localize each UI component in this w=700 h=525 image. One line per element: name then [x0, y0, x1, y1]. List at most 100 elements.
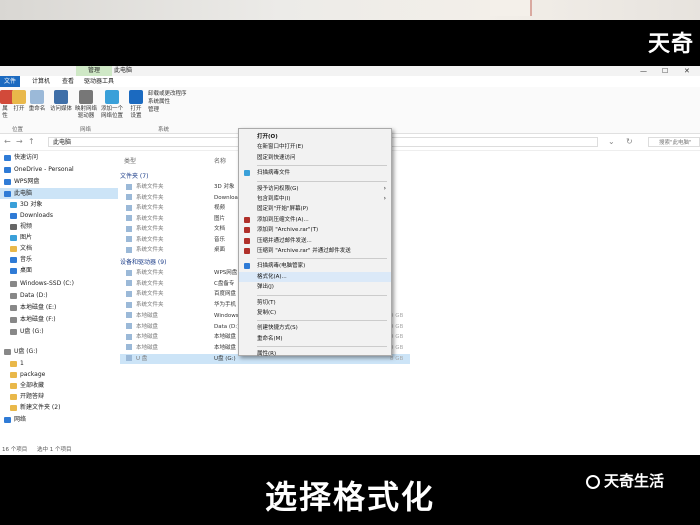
menu-item[interactable]: 复制(C)	[239, 308, 391, 318]
menu-item[interactable]: 在新窗口中打开(E)	[239, 142, 391, 152]
group-header-devices[interactable]: 设备和驱动器 (9)	[120, 257, 166, 266]
folder-icon	[10, 360, 17, 367]
menu-item[interactable]: 扫描病毒(电脑管家)	[239, 261, 391, 271]
folder-icon	[10, 328, 17, 335]
nav-item-label: U盘 (G:)	[14, 348, 38, 355]
open-settings-button[interactable]: 打开设置	[128, 90, 144, 120]
folder-icon	[126, 269, 132, 276]
menu-item[interactable]: 添加到 "Archive.rar"(T)	[239, 225, 391, 235]
menu-item[interactable]: 弹出(J)	[239, 282, 391, 292]
open-button[interactable]: 打开	[12, 90, 26, 113]
nav-item[interactable]: 图片	[0, 232, 124, 243]
add-network-location-button[interactable]: 添加一个网络位置	[100, 90, 124, 120]
rename-button[interactable]: 重命名	[28, 90, 46, 113]
menu-item-icon	[244, 248, 250, 254]
folder-icon	[126, 236, 132, 242]
column-header-type[interactable]: 类型	[124, 156, 136, 165]
map-drive-button[interactable]: 映射网络驱动器	[74, 90, 98, 120]
menu-item[interactable]: 重命名(M)	[239, 334, 391, 344]
nav-item[interactable]: 开题答辩	[0, 391, 124, 402]
refresh-button[interactable]: ↻	[626, 137, 633, 146]
nav-item-label: package	[20, 371, 46, 378]
menu-item[interactable]: 格式化(A)...	[239, 271, 391, 282]
menu-item-icon	[244, 227, 250, 234]
folder-icon	[126, 333, 132, 340]
network-location-icon	[105, 90, 119, 104]
file-name: 文档	[214, 226, 226, 232]
menu-item[interactable]: 压缩到 "Archive.rar" 并通过邮件发送	[239, 246, 391, 256]
nav-item[interactable]: 桌面	[0, 265, 124, 276]
file-name: 音乐	[214, 236, 226, 243]
menu-item[interactable]: 打开(O)	[239, 132, 391, 142]
menu-item-label: 创建快捷方式(S)	[257, 325, 298, 332]
nav-item[interactable]: WPS网盘	[0, 176, 118, 187]
uninstall-button[interactable]: 卸载或更改程序	[148, 91, 187, 98]
menu-item-icon	[244, 237, 250, 244]
properties-button[interactable]: 属性	[0, 90, 14, 120]
back-button[interactable]: ←	[4, 137, 11, 146]
menu-item[interactable]: 固定到"开始"屏幕(P)	[239, 204, 391, 214]
nav-item[interactable]: 本地磁盘 (F:)	[0, 314, 124, 325]
nav-item-label: 文档	[20, 245, 33, 252]
folder-icon	[10, 371, 17, 378]
tab-file[interactable]: 文件	[0, 76, 20, 87]
menu-item-label: 固定到"开始"屏幕(P)	[257, 206, 309, 213]
nav-item[interactable]: U盘 (G:)	[0, 326, 124, 337]
nav-item[interactable]: 1	[0, 358, 124, 369]
nav-item[interactable]: OneDrive - Personal	[0, 164, 118, 175]
tab-drive-tools[interactable]: 驱动器工具	[82, 76, 116, 87]
file-type: 系统文件夹	[136, 226, 164, 232]
system-properties-button[interactable]: 系统属性	[148, 99, 170, 106]
forward-button[interactable]: →	[16, 137, 23, 146]
menu-item-label: 弹出(J)	[257, 284, 274, 291]
nav-item[interactable]: 此电脑	[0, 188, 118, 199]
media-icon	[54, 90, 68, 104]
menu-item[interactable]: 添加到压缩文件(A)...	[239, 215, 391, 225]
nav-item[interactable]: 3D 对象	[0, 199, 124, 210]
menu-item[interactable]: 扫描病毒文件	[239, 168, 391, 178]
nav-item[interactable]: 全部收藏	[0, 380, 124, 391]
menu-item[interactable]: 压缩并通过邮件发送...	[239, 236, 391, 246]
nav-item[interactable]: 音乐	[0, 254, 124, 265]
context-tab-manage[interactable]: 管理	[76, 66, 112, 76]
menu-item[interactable]: 授予访问权限(G) ›	[239, 184, 391, 194]
tab-view[interactable]: 查看	[60, 76, 76, 87]
nav-item[interactable]: U盘 (G:)	[0, 346, 118, 357]
menu-item[interactable]: 创建快捷方式(S)	[239, 323, 391, 333]
menu-item[interactable]: 固定到快速访问	[239, 153, 391, 163]
search-input[interactable]: 搜索"此电脑"	[648, 137, 700, 147]
menu-item-label: 压缩并通过邮件发送...	[257, 237, 312, 244]
nav-item[interactable]: Downloads	[0, 210, 124, 221]
file-type: 系统文件夹	[136, 280, 164, 287]
close-button[interactable]: ✕	[684, 66, 690, 76]
nav-item[interactable]: Data (D:)	[0, 290, 124, 301]
nav-item[interactable]: 快速访问	[0, 152, 118, 163]
column-header-name[interactable]: 名称	[214, 156, 226, 165]
menu-separator	[257, 165, 387, 167]
nav-item[interactable]: 本地磁盘 (E:)	[0, 302, 124, 313]
nav-item[interactable]: 文档	[0, 243, 124, 254]
menu-item[interactable]: 剪切(T)	[239, 298, 391, 308]
folder-icon	[4, 190, 11, 197]
title-bar: 管理 此电脑 — ☐ ✕	[0, 66, 700, 76]
menu-item[interactable]: 属性(R)	[239, 349, 391, 359]
nav-item[interactable]: package	[0, 369, 124, 380]
tab-computer[interactable]: 计算机	[30, 76, 52, 87]
folder-icon	[10, 292, 17, 299]
file-name: 桌面	[214, 247, 226, 253]
menu-item-label: 授予访问权限(G)	[257, 185, 299, 192]
access-media-button[interactable]: 访问媒体	[50, 90, 72, 113]
nav-item[interactable]: 新建文件夹 (2)	[0, 402, 124, 413]
nav-item[interactable]: Windows-SSD (C:)	[0, 278, 124, 289]
chevron-down-icon[interactable]: ⌄	[608, 137, 615, 146]
maximize-button[interactable]: ☐	[662, 66, 668, 76]
minimize-button[interactable]: —	[640, 66, 647, 76]
file-type: 本地磁盘	[136, 323, 159, 330]
up-button[interactable]: ↑	[28, 137, 35, 146]
nav-item-label: 1	[20, 360, 24, 367]
nav-item[interactable]: 视频	[0, 221, 124, 232]
nav-item[interactable]: 网络	[0, 414, 118, 425]
menu-item[interactable]: 包含到库中(I) ›	[239, 194, 391, 204]
manage-button[interactable]: 管理	[148, 107, 159, 114]
group-header-folders[interactable]: 文件夹 (7)	[120, 171, 148, 180]
